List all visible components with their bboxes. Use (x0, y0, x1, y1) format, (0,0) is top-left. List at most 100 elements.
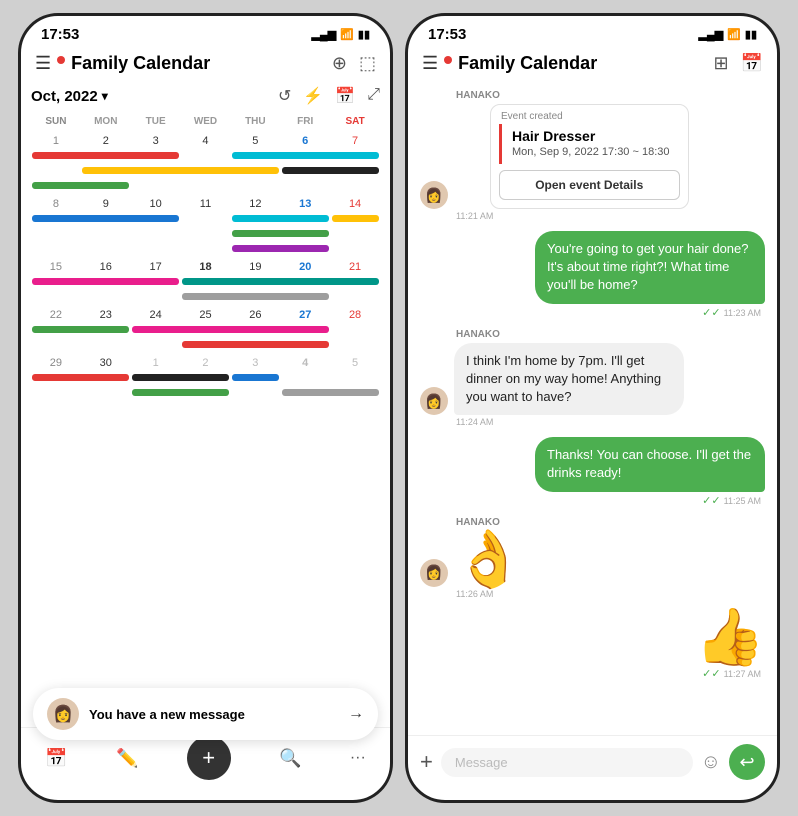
day-3[interactable]: 3 (153, 133, 159, 149)
event-bar (182, 341, 329, 348)
event-bar (32, 374, 129, 381)
week-2-events-1 (31, 214, 380, 223)
undo-icon[interactable]: ↺ (278, 86, 291, 106)
event-time: Mon, Sep 9, 2022 17:30 ~ 18:30 (512, 146, 670, 158)
send-button[interactable]: ↩ (729, 744, 765, 780)
tab-edit[interactable]: ✏️ (116, 748, 138, 769)
msg-avatar-hanako: 👩 (420, 181, 448, 209)
day-6[interactable]: 6 (302, 133, 308, 149)
day-13[interactable]: 13 (299, 196, 311, 212)
event-bar (32, 326, 129, 333)
day-28[interactable]: 28 (349, 307, 361, 323)
event-bar (232, 374, 279, 381)
day-5[interactable]: 5 (252, 133, 258, 149)
month-nav-icons: ↺ ⚡ 📅 ⤢ (278, 86, 380, 106)
header-tue: TUE (131, 114, 181, 129)
chat-input-bar: + Message ☺ ↩ (408, 735, 777, 800)
day-25[interactable]: 25 (199, 307, 211, 323)
day-29[interactable]: 29 (50, 355, 62, 371)
day-12[interactable]: 12 (249, 196, 261, 212)
day-16[interactable]: 16 (100, 259, 112, 275)
day-27[interactable]: 27 (299, 307, 311, 323)
day-22[interactable]: 22 (50, 307, 62, 323)
day-30[interactable]: 30 (100, 355, 112, 371)
day-26[interactable]: 26 (249, 307, 261, 323)
week-4-events-2 (31, 340, 380, 349)
tab-add[interactable]: + (187, 736, 231, 780)
star-icon[interactable]: ⊕ (332, 53, 347, 74)
event-bar (132, 374, 229, 381)
day-34[interactable]: 4 (302, 355, 308, 371)
signal-icon: ▂▄▆ (311, 28, 336, 41)
event-bar (32, 152, 179, 159)
month-label[interactable]: Oct, 2022 ▾ (31, 88, 108, 105)
status-icons-2: ▂▄▆ 📶 ▮▮ (698, 28, 757, 41)
week-1-events-2 (31, 166, 380, 175)
app-title-2: Family Calendar (458, 53, 713, 74)
add-attachment-icon[interactable]: + (420, 749, 433, 775)
day-35[interactable]: 5 (352, 355, 358, 371)
header-actions-1: ⊕ ⬚ (332, 53, 376, 74)
notif-arrow-icon[interactable]: → (348, 705, 364, 723)
day-21[interactable]: 21 (349, 259, 361, 275)
day-31[interactable]: 1 (153, 355, 159, 371)
day-20[interactable]: 20 (299, 259, 311, 275)
week-1-events (31, 151, 380, 160)
event-bar (132, 389, 229, 396)
tab-more[interactable]: ··· (350, 749, 366, 767)
emoji-picker-icon[interactable]: ☺ (701, 751, 721, 774)
event-card-header: Event created (491, 105, 688, 124)
open-event-btn[interactable]: Open event Details (499, 170, 680, 200)
header-actions-2: ⊞ 📅 (713, 53, 763, 74)
chat-phone: 17:53 ▂▄▆ 📶 ▮▮ ☰ Family Calendar ⊞ 📅 HAN… (405, 13, 780, 803)
day-11[interactable]: 11 (200, 196, 211, 212)
day-15[interactable]: 15 (50, 259, 62, 275)
msg-time-emoji2: ✓✓ 11:27 AM (702, 667, 765, 680)
day-9[interactable]: 9 (103, 196, 109, 212)
contact-icon[interactable]: ⊞ (713, 53, 728, 74)
event-title: Hair Dresser (512, 128, 670, 144)
day-14[interactable]: 14 (349, 196, 361, 212)
wifi-icon: 📶 (340, 28, 354, 41)
msg-bubble-out1: You're going to get your hair done? It's… (535, 231, 765, 304)
header-thu: THU (230, 114, 280, 129)
msg-group-out2: Thanks! You can choose. I'll get the dri… (420, 437, 765, 506)
event-bar (32, 278, 179, 285)
filter-icon[interactable]: ⚡ (303, 86, 323, 106)
day-32[interactable]: 2 (202, 355, 208, 371)
chevron-down-icon: ▾ (102, 89, 108, 103)
month-nav: Oct, 2022 ▾ ↺ ⚡ 📅 ⤢ (31, 82, 380, 114)
message-input[interactable]: Message (441, 748, 693, 777)
expand-icon[interactable]: ⤢ (367, 86, 380, 106)
day-1[interactable]: 1 (53, 133, 59, 149)
app-header-1: ☰ Family Calendar ⊕ ⬚ (21, 49, 390, 82)
day-18[interactable]: 18 (199, 259, 211, 275)
day-7[interactable]: 7 (352, 133, 358, 149)
emoji-thumbsup: 👍 (695, 609, 765, 665)
day-8[interactable]: 8 (53, 196, 59, 212)
day-23[interactable]: 23 (100, 307, 112, 323)
event-bar (182, 278, 379, 285)
menu-icon-2[interactable]: ☰ (422, 53, 438, 74)
battery-icon-2: ▮▮ (745, 28, 757, 41)
menu-icon[interactable]: ☰ (35, 53, 51, 74)
day-24[interactable]: 24 (150, 307, 162, 323)
week-1: 1 2 3 4 5 6 7 (31, 133, 380, 149)
day-4[interactable]: 4 (202, 133, 208, 149)
day-17[interactable]: 17 (150, 259, 162, 275)
share-icon[interactable]: ⬚ (359, 53, 376, 74)
msg-group-out1: You're going to get your hair done? It's… (420, 231, 765, 319)
day-33[interactable]: 3 (252, 355, 258, 371)
emoji-ok: 👌 (454, 531, 524, 587)
calendar-icon[interactable]: 📅 (335, 86, 355, 106)
tab-calendar[interactable]: 📅 (45, 748, 67, 769)
day-2[interactable]: 2 (103, 133, 109, 149)
day-10[interactable]: 10 (150, 196, 162, 212)
tab-search[interactable]: 🔍 (279, 748, 301, 769)
calendar-icon-2[interactable]: 📅 (741, 53, 763, 74)
week-3-events-1 (31, 277, 380, 286)
event-bar (82, 167, 279, 174)
day-19[interactable]: 19 (249, 259, 261, 275)
week-4-events-1 (31, 325, 380, 334)
notification-bar[interactable]: 👩 You have a new message → (33, 688, 378, 740)
